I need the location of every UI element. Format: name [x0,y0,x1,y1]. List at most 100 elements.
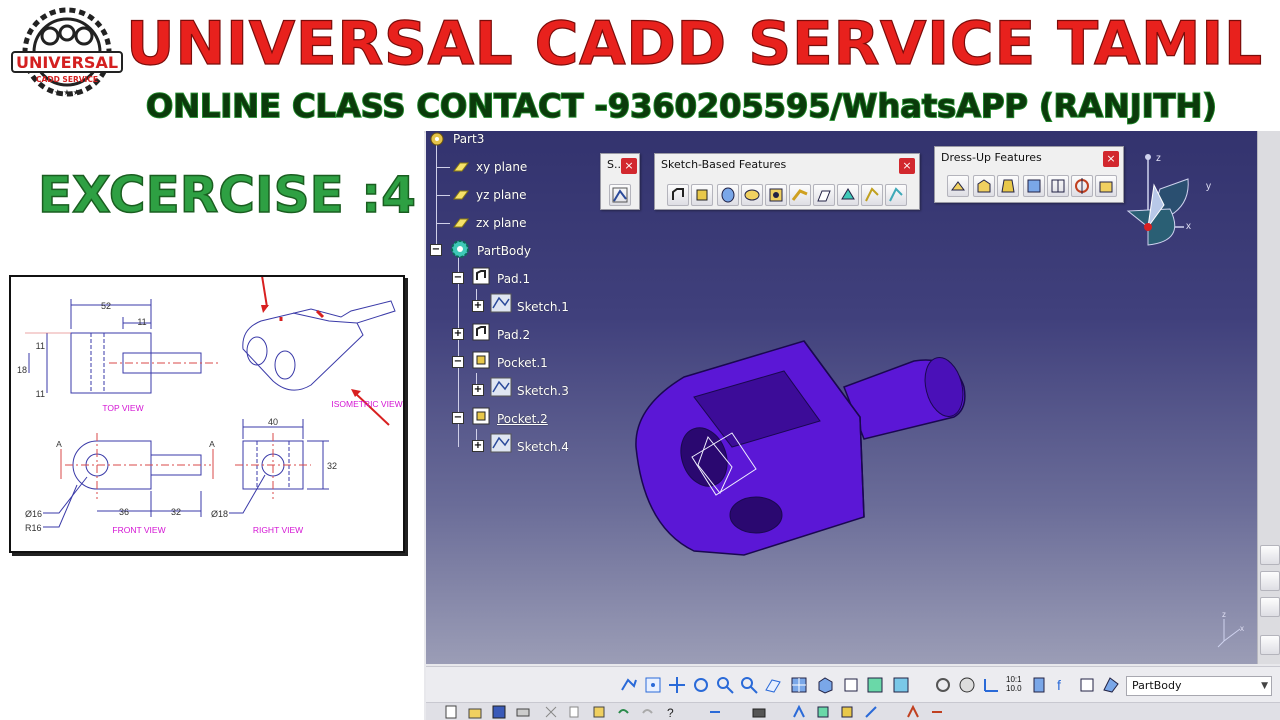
tree-collapse-pocket2[interactable]: − [452,412,464,424]
thread-button[interactable] [1071,175,1093,197]
stiffener-button[interactable] [837,184,859,206]
copy-icon[interactable] [568,705,582,719]
dimension-icon[interactable] [930,705,944,719]
geometry-icon[interactable] [906,705,920,719]
partbody-selector-value: PartBody [1132,679,1182,692]
loft-button[interactable] [861,184,883,206]
redo-icon[interactable] [640,705,654,719]
fit-all-icon[interactable] [644,676,662,694]
tree-item-partbody[interactable]: PartBody [477,244,531,258]
grid-icon[interactable] [840,705,854,719]
tree-collapse-partbody[interactable]: − [430,244,442,256]
clevis-part-model[interactable] [624,337,974,577]
camera-icon[interactable] [752,705,766,719]
dress-up-features-title: Dress-Up Features [941,151,1042,164]
knowledge-button[interactable] [1260,635,1280,655]
tree-item-sketch3[interactable]: Sketch.3 [517,384,569,398]
undo-icon[interactable] [616,705,630,719]
tree-item-part3[interactable]: Part3 [453,132,484,146]
logo-text: UNIVERSAL [16,53,118,72]
analysis-button[interactable] [1260,597,1280,617]
remove-loft-button[interactable] [885,184,907,206]
tree-item-pocket1[interactable]: Pocket.1 [497,356,548,370]
catalog-icon[interactable] [1030,676,1048,694]
slot-icon [817,190,831,202]
sphere-icon[interactable] [958,676,976,694]
thickness-button[interactable] [1047,175,1069,197]
rotate-icon[interactable] [692,676,710,694]
partbody-selector[interactable]: PartBody ▼ [1126,676,1272,696]
work-object-icon[interactable] [1102,676,1120,694]
sketch-based-features-toolbar[interactable]: Sketch-Based Features × [654,153,920,210]
tree-item-sketch1[interactable]: Sketch.1 [517,300,569,314]
rib-button[interactable] [789,184,811,206]
design-table-icon[interactable] [1078,676,1096,694]
chamfer-button[interactable] [973,175,995,197]
engineering-drawing: 52 11 11 18 11 TOP VIEW ISOMETRIC VIEW A… [9,275,405,553]
axis-system-icon[interactable] [982,676,1000,694]
render-style-icon[interactable] [842,676,860,694]
tree-collapse-pocket1[interactable]: − [452,356,464,368]
apply-material-button[interactable] [1260,571,1280,591]
new-file-icon[interactable] [444,705,458,719]
tree-item-yz-plane[interactable]: yz plane [476,188,527,202]
tree-connector [436,223,450,224]
3d-viewport[interactable]: Part3 xy plane yz plane zx plane − PartB… [426,131,1257,664]
tree-item-pocket2[interactable]: Pocket.2 [497,412,548,426]
zoom-out-icon[interactable] [740,676,758,694]
normal-view-icon[interactable] [764,676,782,694]
sketch-based-features-title: Sketch-Based Features [661,158,787,171]
swap-space-icon[interactable] [892,676,910,694]
pocket-icon [472,407,490,425]
tree-item-pad2[interactable]: Pad.2 [497,328,530,342]
shell-button[interactable] [1023,175,1045,197]
print-icon[interactable] [516,705,530,719]
tree-expand-pad2[interactable]: + [452,328,464,340]
zoom-in-icon[interactable] [716,676,734,694]
pad-button[interactable] [667,184,689,206]
edge-fillet-button[interactable] [947,175,969,197]
tree-expand-sketch1[interactable]: + [472,300,484,312]
pan-icon[interactable] [668,676,686,694]
sketch-button[interactable] [609,184,631,206]
multi-view-icon[interactable] [790,676,808,694]
hole-button[interactable] [765,184,787,206]
compass-widget[interactable]: z y x [1114,149,1224,259]
tree-expand-sketch4[interactable]: + [472,440,484,452]
pocket-button[interactable] [691,184,713,206]
formula-icon[interactable]: f [1054,676,1072,694]
close-icon[interactable]: × [899,158,915,174]
mini-axis-z-label: z [1222,610,1226,619]
cut-icon[interactable] [544,705,558,719]
help-icon[interactable]: ? [664,705,678,719]
hide-show-icon[interactable] [866,676,884,694]
tree-expand-sketch3[interactable]: + [472,384,484,396]
close-icon[interactable]: × [621,158,637,174]
paste-icon[interactable] [592,705,606,719]
remove-loft-icon [889,187,903,202]
dress-up-features-toolbar[interactable]: Dress-Up Features × [934,146,1124,203]
tree-collapse-pad1[interactable]: − [452,272,464,284]
thickness-icon [1051,179,1065,193]
tree-item-xy-plane[interactable]: xy plane [476,160,527,174]
part-gear-icon [430,132,444,146]
tree-item-pad1[interactable]: Pad.1 [497,272,530,286]
snap-icon[interactable] [864,705,878,719]
shaft-button[interactable] [717,184,739,206]
update-icon[interactable] [934,676,952,694]
save-icon[interactable] [492,705,506,719]
groove-button[interactable] [741,184,763,206]
fly-mode-icon[interactable] [620,676,638,694]
slot-button[interactable] [813,184,835,206]
tree-item-zx-plane[interactable]: zx plane [476,216,527,230]
tree-item-sketch4[interactable]: Sketch.4 [517,440,569,454]
iso-view-icon[interactable] [816,676,834,694]
constraint-icon[interactable] [792,705,806,719]
sketch-analysis-icon[interactable] [816,705,830,719]
open-file-icon[interactable] [468,705,482,719]
measure-button[interactable] [1260,545,1280,565]
sketcher-toolbar[interactable]: S... × [600,153,640,210]
dim-11-lower: 11 [36,389,45,399]
refresh-icon[interactable] [708,705,722,719]
draft-button[interactable] [997,175,1019,197]
